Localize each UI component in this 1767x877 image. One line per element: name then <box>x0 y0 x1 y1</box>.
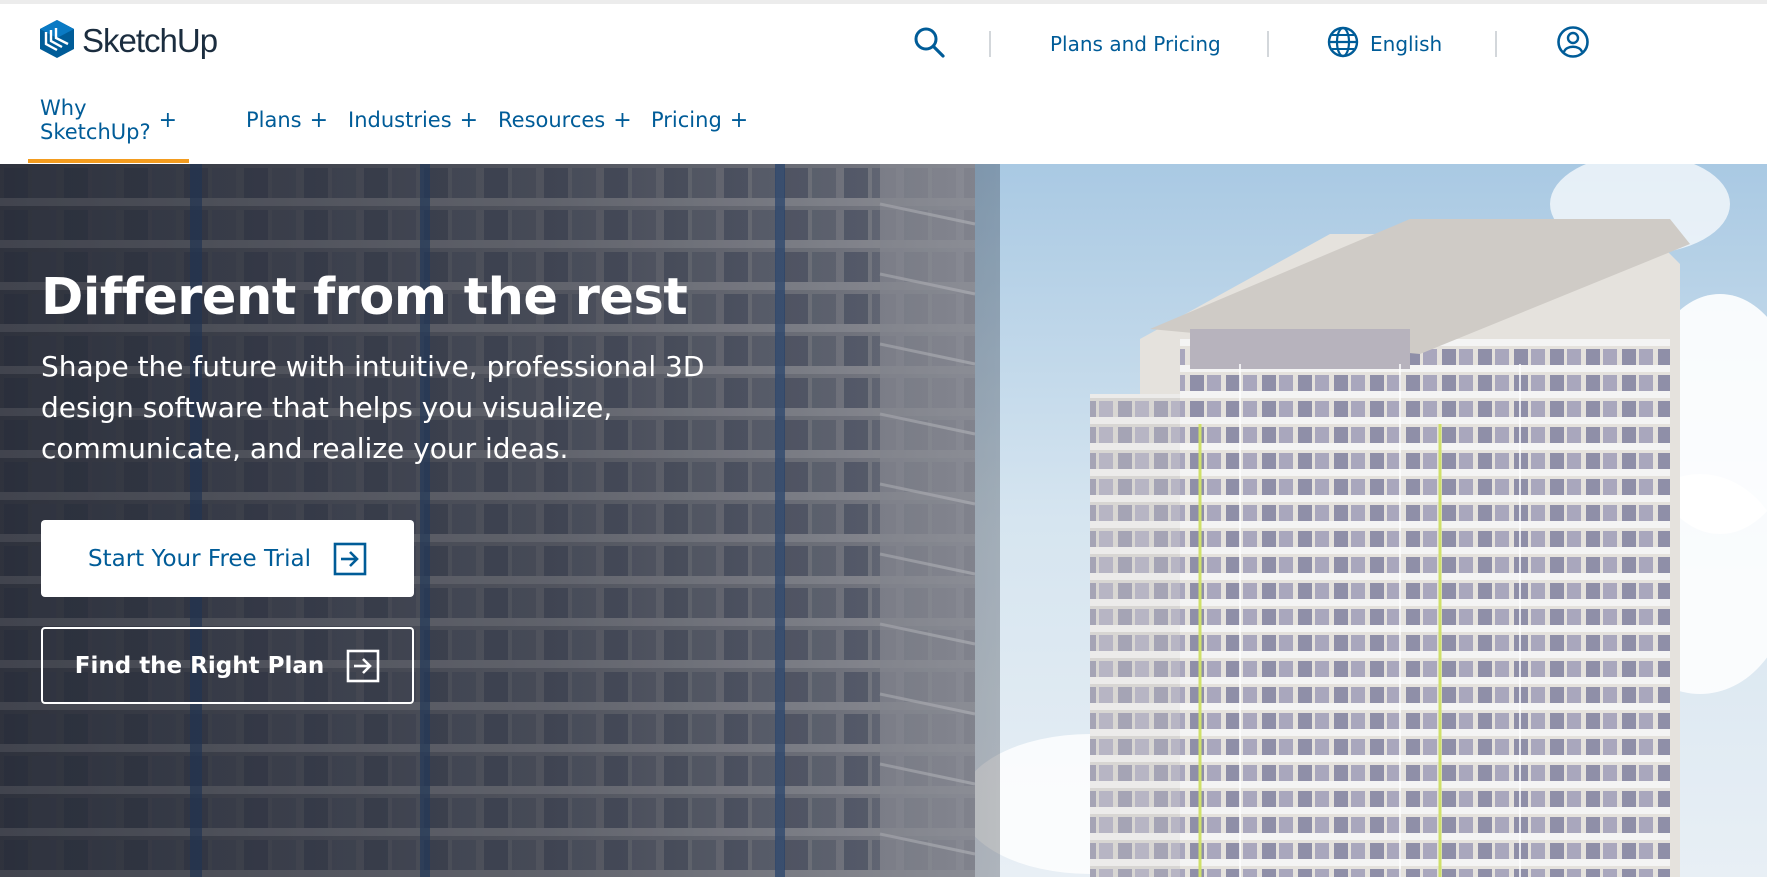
nav-label: Why SketchUp? <box>40 96 151 144</box>
nav-plans[interactable]: Plans + <box>246 100 328 140</box>
button-label: Find the Right Plan <box>74 652 325 679</box>
search-icon <box>912 25 946 63</box>
expand-plus-icon: + <box>613 107 632 133</box>
language-selector[interactable]: English <box>1326 24 1442 64</box>
account-button[interactable] <box>1556 24 1590 64</box>
site-header: SketchUp Plans and Pricing English Why S… <box>0 4 1767 164</box>
start-free-trial-button[interactable]: Start Your Free Trial <box>41 520 414 597</box>
button-label: Start Your Free Trial <box>87 545 312 572</box>
arrow-right-box-icon <box>346 649 380 683</box>
hero-subtitle: Shape the future with intuitive, profess… <box>41 350 705 465</box>
expand-plus-icon: + <box>158 107 178 133</box>
expand-plus-icon: + <box>309 107 329 133</box>
logo-text: SketchUp <box>82 22 218 59</box>
utility-divider <box>989 31 991 57</box>
nav-pricing[interactable]: Pricing + <box>651 100 748 140</box>
expand-plus-icon: + <box>729 107 749 133</box>
nav-resources[interactable]: Resources + <box>498 100 632 140</box>
nav-label: Plans <box>246 108 302 132</box>
hero-title: Different from the rest <box>41 268 688 327</box>
sketchup-logo-icon <box>38 18 76 64</box>
find-right-plan-button[interactable]: Find the Right Plan <box>41 627 414 704</box>
plans-and-pricing-link[interactable]: Plans and Pricing <box>1050 24 1221 64</box>
arrow-right-box-icon <box>333 542 367 576</box>
nav-label: Industries <box>348 108 452 132</box>
globe-icon <box>1326 25 1370 64</box>
logo-link[interactable]: SketchUp <box>38 18 218 64</box>
nav-why-sketchup[interactable]: Why SketchUp? + <box>27 96 190 163</box>
nav-label: Resources <box>498 108 606 132</box>
nav-industries[interactable]: Industries + <box>348 100 478 140</box>
nav-label: Pricing <box>651 108 722 132</box>
utility-divider <box>1495 31 1497 57</box>
utility-divider <box>1267 31 1269 57</box>
hero-section: Different from the rest Shape the future… <box>0 164 1767 877</box>
language-label: English <box>1370 32 1443 56</box>
search-button[interactable] <box>912 24 946 64</box>
user-circle-icon <box>1556 25 1590 63</box>
expand-plus-icon: + <box>459 107 479 133</box>
